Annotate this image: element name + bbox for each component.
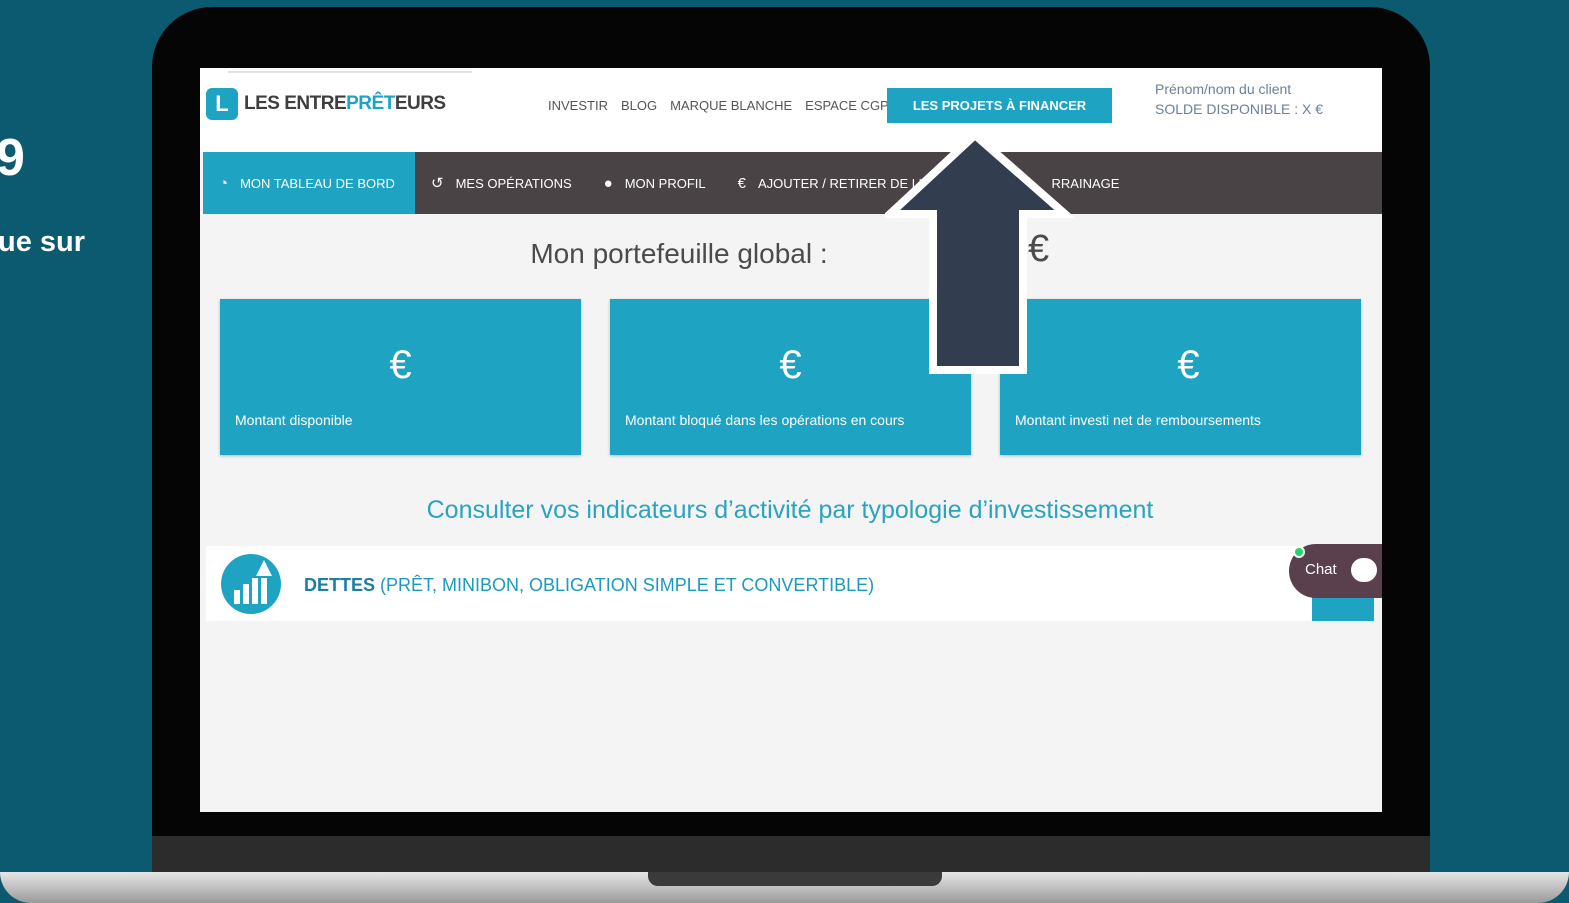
tab-profile[interactable]: ● MON PROFIL	[588, 152, 722, 214]
card-invested-label: Montant investi net de remboursements	[1015, 412, 1261, 428]
logo-text: LES ENTREPRÊTEURS	[244, 93, 446, 115]
top-nav: INVESTIR BLOG MARQUE BLANCHE ESPACE CGP	[548, 98, 889, 113]
screen: L LES ENTREPRÊTEURS INVESTIR BLOG MARQUE…	[200, 68, 1382, 812]
laptop-notch	[648, 872, 942, 886]
tab-dashboard[interactable]: ◔ MON TABLEAU DE BORD	[203, 152, 415, 214]
nav-investir[interactable]: INVESTIR	[548, 98, 608, 113]
debt-title: DETTES (PRÊT, MINIBON, OBLIGATION SIMPLE…	[304, 575, 874, 596]
client-info[interactable]: Prénom/nom du client SOLDE DISPONIBLE : …	[1155, 79, 1323, 119]
slide-number: 9	[0, 129, 25, 187]
tab-operations[interactable]: ↺ MES OPÉRATIONS	[415, 152, 588, 214]
dashboard-icon: ◔	[219, 174, 229, 192]
laptop-hinge	[152, 836, 1430, 876]
logo[interactable]: L LES ENTREPRÊTEURS	[206, 88, 446, 120]
slide-text: ue sur	[0, 226, 86, 258]
nav-blog[interactable]: BLOG	[621, 98, 657, 113]
card-available: € Montant disponible	[220, 299, 581, 455]
dashboard-nav: ◔ MON TABLEAU DE BORD ↺ MES OPÉRATIONS ●…	[203, 152, 1382, 214]
card-available-value: €	[389, 343, 412, 387]
header-divider	[228, 71, 472, 73]
tab-dashboard-label: MON TABLEAU DE BORD	[240, 175, 395, 191]
debt-title-main: DETTES	[304, 575, 376, 595]
site-header: L LES ENTREPRÊTEURS INVESTIR BLOG MARQUE…	[200, 68, 1382, 152]
online-status-icon	[1293, 546, 1305, 558]
logo-text-main: LES ENTRE	[244, 93, 347, 114]
debt-subtitle: (PRÊT, MINIBON, OBLIGATION SIMPLE ET CON…	[380, 575, 875, 595]
logo-mark-icon: L	[206, 88, 238, 120]
indicators-title: Consulter vos indicateurs d’activité par…	[426, 496, 1154, 524]
client-balance: SOLDE DISPONIBLE : X €	[1155, 101, 1324, 117]
chart-growth-icon	[221, 554, 281, 614]
user-icon: ●	[603, 174, 613, 192]
card-available-label: Montant disponible	[235, 412, 353, 428]
history-icon: ↺	[431, 175, 444, 192]
chat-button[interactable]: Chat	[1289, 544, 1382, 598]
debt-toggle[interactable]	[1312, 596, 1374, 621]
chat-bubble-icon	[1351, 558, 1377, 582]
logo-text-accent: PRÊT	[346, 93, 395, 114]
nav-marque-blanche[interactable]: MARQUE BLANCHE	[670, 98, 792, 113]
projects-to-finance-button[interactable]: LES PROJETS À FINANCER	[887, 88, 1112, 123]
debt-section[interactable]: DETTES (PRÊT, MINIBON, OBLIGATION SIMPLE…	[206, 546, 1374, 621]
tab-profile-label: MON PROFIL	[624, 175, 706, 191]
arrow-up-icon	[885, 130, 1075, 374]
logo-text-end: EURS	[394, 93, 446, 114]
card-blocked-label: Montant bloqué dans les opérations en co…	[625, 412, 905, 428]
euro-transfer-icon: €	[737, 174, 746, 192]
client-name: Prénom/nom du client	[1155, 81, 1292, 97]
chat-label: Chat	[1305, 561, 1337, 578]
tab-operations-label: MES OPÉRATIONS	[455, 175, 572, 191]
nav-espace-cgp[interactable]: ESPACE CGP	[805, 98, 889, 113]
